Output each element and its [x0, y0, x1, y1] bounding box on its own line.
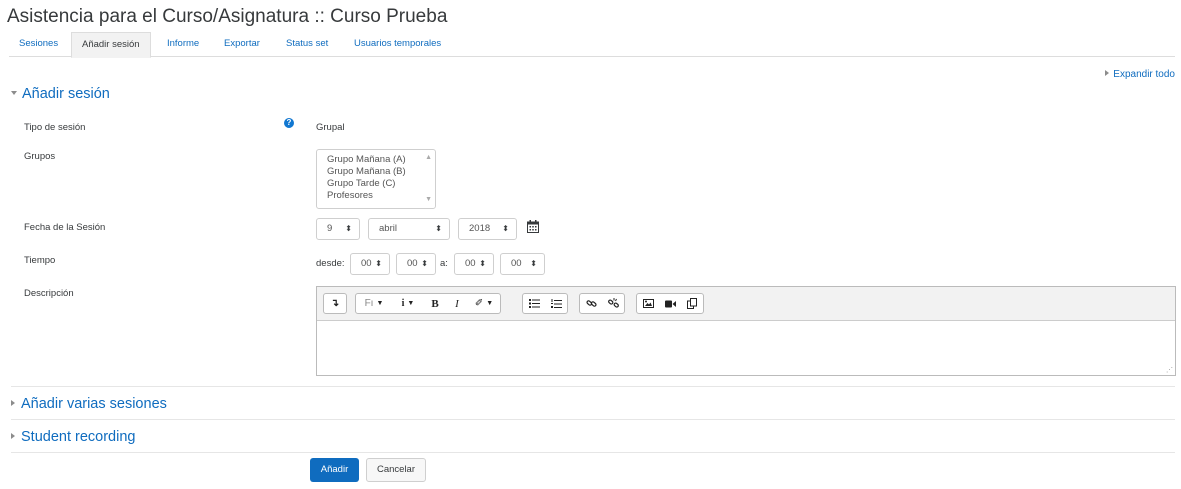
help-icon[interactable]: ? [284, 118, 294, 128]
caret-right-icon [11, 433, 15, 439]
description-editor: ↴ Fı ▼ i ▼ B I ✐ ▼ ⋰ [316, 286, 1176, 376]
groups-label: Grupos [24, 151, 56, 162]
time-from-label: desde: [316, 258, 345, 269]
scroll-down-icon[interactable]: ▼ [425, 194, 432, 206]
updown-arrow-icon: ⬍ [479, 259, 486, 268]
caret-down-icon [11, 91, 17, 95]
caret-down-icon: ▼ [376, 300, 384, 307]
to-hour-value: 00 [465, 258, 476, 269]
tab-anadir-sesion[interactable]: Añadir sesión [71, 32, 151, 58]
updown-arrow-icon: ⬍ [345, 224, 352, 233]
numbered-list-button[interactable] [545, 294, 567, 313]
unlink-button[interactable] [602, 294, 624, 313]
section-divider [11, 419, 1175, 420]
updown-arrow-icon: ⬍ [375, 259, 382, 268]
year-select[interactable]: 2018 ⬍ [458, 218, 517, 240]
section-divider [11, 452, 1175, 453]
video-icon [664, 300, 676, 307]
editor-toolbar: ↴ Fı ▼ i ▼ B I ✐ ▼ [317, 287, 1175, 321]
updown-arrow-icon: ⬍ [435, 224, 442, 233]
section-add-session-header[interactable]: Añadir sesión [11, 86, 110, 102]
tab-usuarios-temporales[interactable]: Usuarios temporales [344, 32, 451, 57]
section-divider [11, 386, 1175, 387]
group-option[interactable]: Grupo Mañana (A) [327, 154, 425, 166]
manage-files-button[interactable] [681, 294, 703, 313]
section-add-session-title: Añadir sesión [22, 86, 110, 102]
time-label: Tiempo [24, 255, 56, 266]
bold-button[interactable]: B [424, 294, 446, 313]
link-icon [585, 300, 597, 307]
info-label: i [401, 298, 405, 309]
updown-arrow-icon: ⬍ [421, 259, 428, 268]
toolbar-group: Fı ▼ i ▼ B I ✐ ▼ [355, 293, 501, 314]
tab-bar: Sesiones Añadir sesión Informe Exportar … [9, 32, 1175, 58]
expand-all-link[interactable]: Expandir todo [1105, 69, 1175, 80]
font-family-button[interactable]: Fı ▼ [356, 294, 392, 313]
groups-multiselect[interactable]: Grupo Mañana (A) Grupo Mañana (B) Grupo … [316, 149, 436, 209]
section-student-recording-header[interactable]: Student recording [11, 429, 135, 445]
description-textarea[interactable] [317, 322, 1175, 375]
updown-arrow-icon: ⬍ [502, 224, 509, 233]
group-option[interactable]: Profesores [327, 190, 425, 202]
day-value: 9 [327, 223, 333, 234]
session-date-label: Fecha de la Sesión [24, 222, 106, 233]
time-to-label: a: [440, 258, 448, 269]
image-icon [642, 299, 654, 308]
group-option[interactable]: Grupo Tarde (C) [327, 178, 425, 190]
unlink-icon [607, 298, 619, 308]
cancel-button[interactable]: Cancelar [366, 458, 426, 482]
toolbar-group: ↴ [323, 293, 347, 314]
expand-all-label: Expandir todo [1113, 69, 1175, 80]
resize-handle-icon[interactable]: ⋰ [1166, 366, 1173, 374]
tab-exportar[interactable]: Exportar [214, 32, 270, 57]
toolbar-group [579, 293, 625, 314]
session-type-label: Tipo de sesión [24, 122, 86, 133]
tab-status-set[interactable]: Status set [276, 32, 338, 57]
insert-media-button[interactable] [659, 294, 681, 313]
numbered-list-icon [550, 298, 562, 308]
from-hour-value: 00 [361, 258, 372, 269]
month-value: abril [379, 223, 397, 234]
from-minute-select[interactable]: 00 ⬍ [396, 253, 436, 275]
year-value: 2018 [469, 223, 491, 234]
calendar-icon[interactable] [527, 220, 539, 233]
submit-button[interactable]: Añadir [310, 458, 359, 482]
bullet-list-button[interactable] [523, 294, 545, 313]
toolbar-toggle-button[interactable]: ↴ [324, 294, 346, 313]
group-option[interactable]: Grupo Mañana (B) [327, 166, 425, 178]
session-type-value: Grupal [316, 122, 345, 133]
tab-sesiones[interactable]: Sesiones [9, 32, 68, 57]
day-select[interactable]: 9 ⬍ [316, 218, 360, 240]
bullet-list-icon [528, 299, 540, 308]
scroll-up-icon[interactable]: ▲ [425, 152, 432, 164]
to-minute-select[interactable]: 00 ⬍ [500, 253, 545, 275]
link-button[interactable] [580, 294, 602, 313]
to-hour-select[interactable]: 00 ⬍ [454, 253, 494, 275]
manage-files-icon [686, 298, 697, 309]
section-add-multiple-header[interactable]: Añadir varias sesiones [11, 396, 167, 412]
brush-icon: ✐ [474, 298, 484, 309]
font-family-label: Fı [364, 298, 374, 309]
caret-right-icon [1105, 70, 1110, 76]
text-color-button[interactable]: ✐ ▼ [468, 294, 500, 313]
caret-down-icon: ▼ [407, 300, 415, 307]
to-minute-value: 00 [511, 258, 522, 269]
toolbar-group [636, 293, 704, 314]
insert-image-button[interactable] [637, 294, 659, 313]
paragraph-styles-button[interactable]: i ▼ [392, 294, 424, 313]
italic-button[interactable]: I [446, 294, 468, 313]
section-student-recording-title: Student recording [21, 429, 136, 445]
tab-informe[interactable]: Informe [157, 32, 209, 57]
description-label: Descripción [24, 288, 74, 299]
caret-down-icon: ▼ [486, 300, 494, 307]
section-add-multiple-title: Añadir varias sesiones [21, 396, 167, 412]
page-title: Asistencia para el Curso/Asignatura :: C… [7, 6, 448, 27]
month-select[interactable]: abril ⬍ [368, 218, 450, 240]
updown-arrow-icon: ⬍ [530, 259, 537, 268]
caret-right-icon [11, 400, 15, 406]
toolbar-group [522, 293, 568, 314]
from-hour-select[interactable]: 00 ⬍ [350, 253, 390, 275]
from-minute-value: 00 [407, 258, 418, 269]
